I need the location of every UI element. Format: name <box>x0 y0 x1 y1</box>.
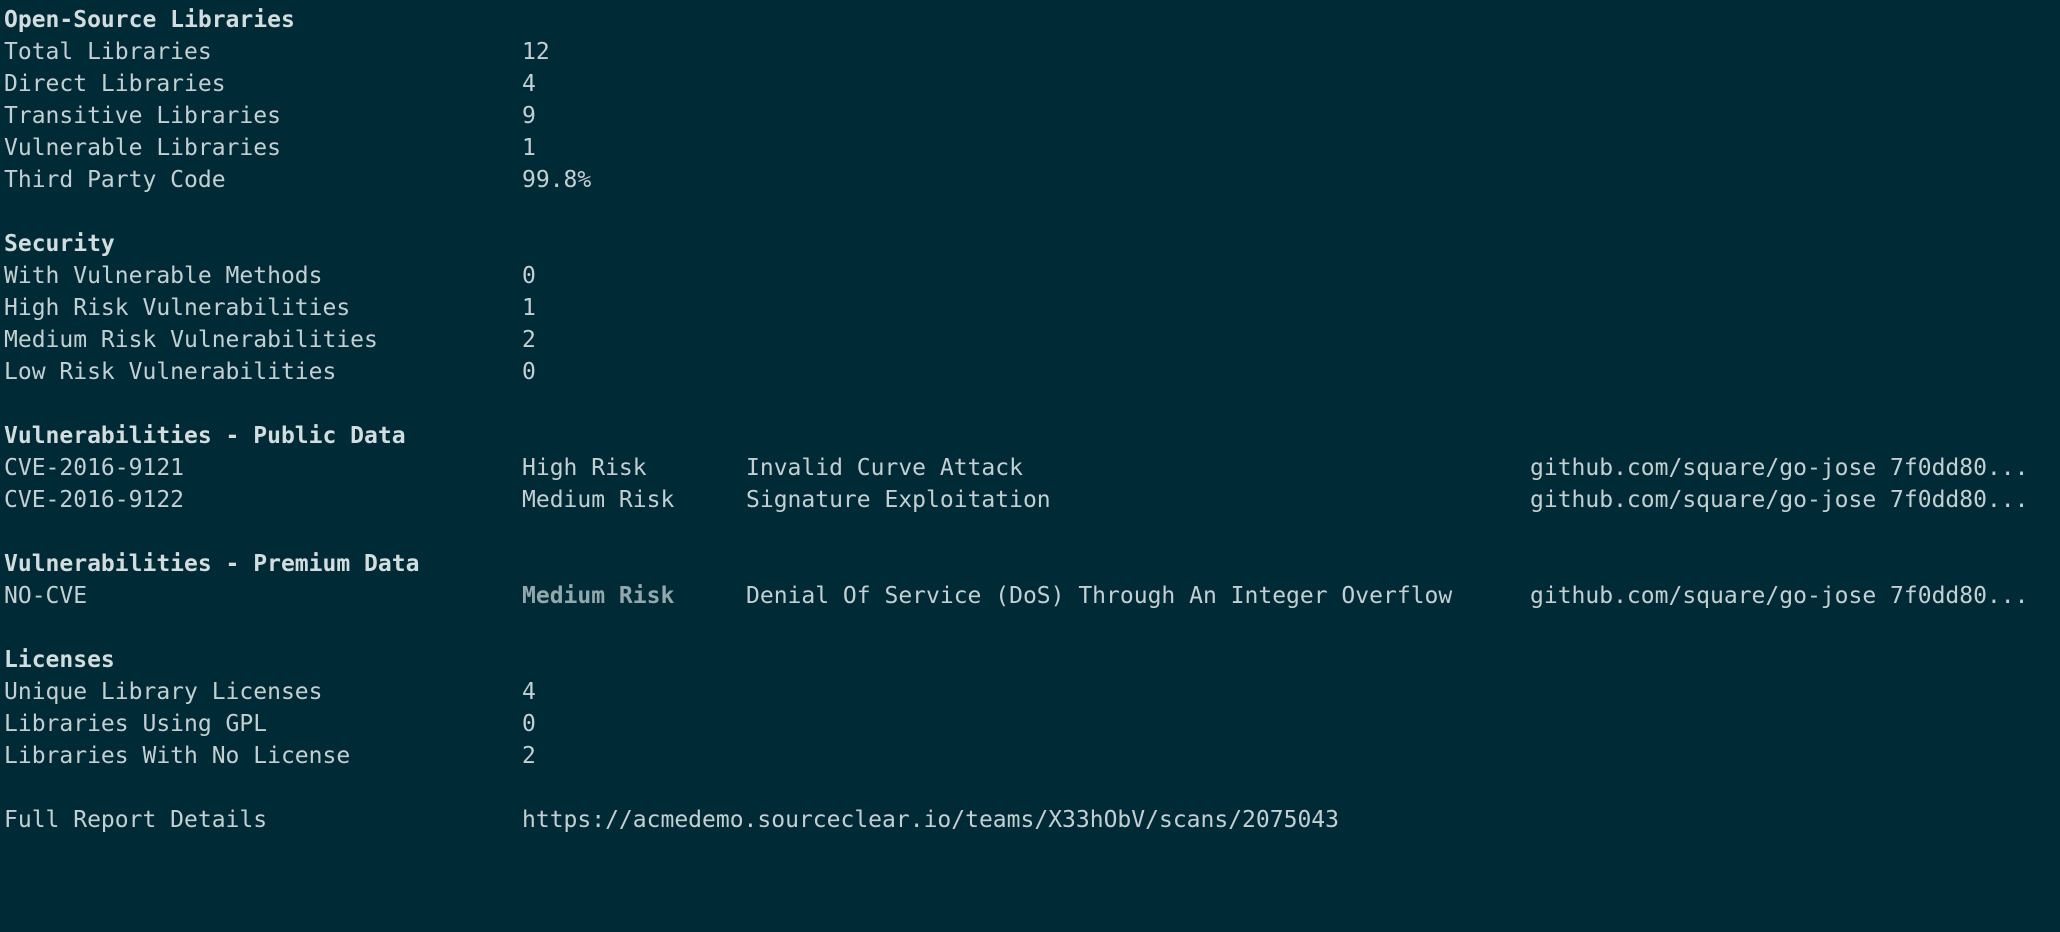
vulnerability-risk: Medium Risk <box>522 487 675 513</box>
vulnerability-id: NO-CVE <box>4 583 88 609</box>
terminal-output: Open-Source Libraries Total Libraries 12… <box>0 0 2060 836</box>
stat-value: 1 <box>522 295 536 321</box>
stat-label: Libraries Using GPL <box>4 711 268 737</box>
vulnerability-library: github.com/square/go-jose 7f0dd80... <box>1530 487 2029 513</box>
stat-value: 2 <box>522 327 536 353</box>
section-heading-open-source: Open-Source Libraries <box>4 7 295 33</box>
stat-row-vulnerable-methods: With Vulnerable Methods 0 <box>4 260 2060 292</box>
vulnerability-title: Invalid Curve Attack <box>746 455 1023 481</box>
stat-row-high-risk: High Risk Vulnerabilities 1 <box>4 292 2060 324</box>
stat-label: Unique Library Licenses <box>4 679 323 705</box>
vulnerability-row: CVE-2016-9122 Medium Risk Signature Expl… <box>4 484 2060 516</box>
stat-value: 0 <box>522 263 536 289</box>
stat-label: Total Libraries <box>4 39 212 65</box>
vulnerability-library: github.com/square/go-jose 7f0dd80... <box>1530 455 2029 481</box>
section-heading-premium-data: Vulnerabilities - Premium Data <box>4 551 420 577</box>
stat-value: 4 <box>522 71 536 97</box>
stat-row-third-party-code: Third Party Code 99.8% <box>4 164 2060 196</box>
vulnerability-row: NO-CVE Medium Risk Denial Of Service (Do… <box>4 580 2060 612</box>
vulnerability-title: Denial Of Service (DoS) Through An Integ… <box>746 583 1453 609</box>
stat-label: Direct Libraries <box>4 71 226 97</box>
section-heading-licenses: Licenses <box>4 647 115 673</box>
stat-label: Third Party Code <box>4 167 226 193</box>
section-heading-public-data: Vulnerabilities - Public Data <box>4 423 406 449</box>
stat-label: With Vulnerable Methods <box>4 263 323 289</box>
stat-row-medium-risk: Medium Risk Vulnerabilities 2 <box>4 324 2060 356</box>
vulnerability-risk: High Risk <box>522 455 647 481</box>
stat-label: Vulnerable Libraries <box>4 135 281 161</box>
stat-label: Libraries With No License <box>4 743 351 769</box>
stat-value: 9 <box>522 103 536 129</box>
report-label: Full Report Details <box>4 807 268 833</box>
stat-row-transitive-libraries: Transitive Libraries 9 <box>4 100 2060 132</box>
vulnerability-title: Signature Exploitation <box>746 487 1051 513</box>
stat-value: 2 <box>522 743 536 769</box>
stat-row-total-libraries: Total Libraries 12 <box>4 36 2060 68</box>
vulnerability-id: CVE-2016-9121 <box>4 455 185 481</box>
stat-row-gpl: Libraries Using GPL 0 <box>4 708 2060 740</box>
stat-row-low-risk: Low Risk Vulnerabilities 0 <box>4 356 2060 388</box>
stat-label: Low Risk Vulnerabilities <box>4 359 337 385</box>
stat-label: Medium Risk Vulnerabilities <box>4 327 378 353</box>
stat-row-no-license: Libraries With No License 2 <box>4 740 2060 772</box>
stat-value: 12 <box>522 39 550 65</box>
vulnerability-id: CVE-2016-9122 <box>4 487 185 513</box>
vulnerability-library: github.com/square/go-jose 7f0dd80... <box>1530 583 2029 609</box>
stat-row-unique-licenses: Unique Library Licenses 4 <box>4 676 2060 708</box>
stat-row-direct-libraries: Direct Libraries 4 <box>4 68 2060 100</box>
stat-value: 0 <box>522 711 536 737</box>
stat-label: High Risk Vulnerabilities <box>4 295 351 321</box>
vulnerability-risk: Medium Risk <box>522 583 675 609</box>
stat-row-vulnerable-libraries: Vulnerable Libraries 1 <box>4 132 2060 164</box>
vulnerability-row: CVE-2016-9121 High Risk Invalid Curve At… <box>4 452 2060 484</box>
report-row: Full Report Details https://acmedemo.sou… <box>4 804 2060 836</box>
stat-value: 1 <box>522 135 536 161</box>
section-heading-security: Security <box>4 231 115 257</box>
stat-label: Transitive Libraries <box>4 103 281 129</box>
stat-value: 0 <box>522 359 536 385</box>
report-url[interactable]: https://acmedemo.sourceclear.io/teams/X3… <box>522 804 1339 836</box>
stat-value: 4 <box>522 679 536 705</box>
stat-value: 99.8% <box>522 167 592 193</box>
